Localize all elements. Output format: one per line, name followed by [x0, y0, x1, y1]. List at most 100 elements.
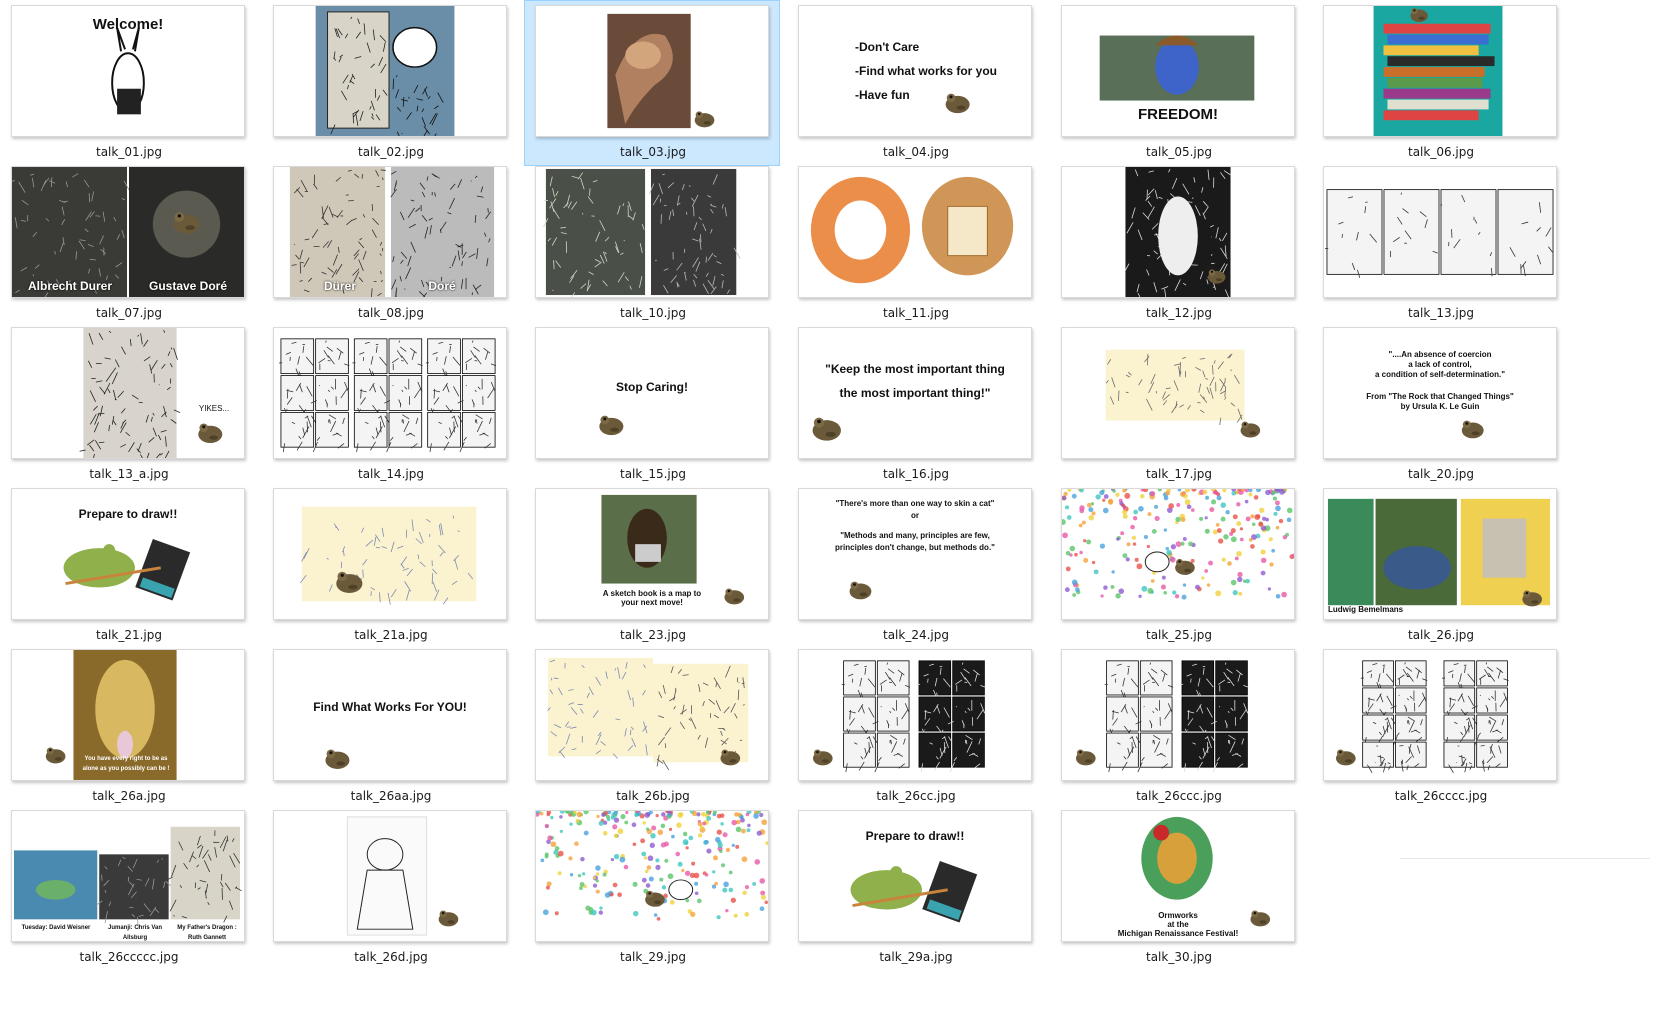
file-name-label[interactable]: talk_14.jpg [263, 467, 519, 481]
file-thumbnail[interactable] [273, 327, 507, 459]
file-thumbnail[interactable] [535, 166, 769, 298]
file-thumbnail[interactable] [273, 488, 507, 620]
file-name-label[interactable]: talk_13_a.jpg [1, 467, 257, 481]
file-name-label[interactable]: talk_26ccc.jpg [1051, 789, 1307, 803]
file-name-label[interactable]: talk_13.jpg [1313, 306, 1569, 320]
file-name-label[interactable]: talk_17.jpg [1051, 467, 1307, 481]
file-name-label[interactable]: talk_23.jpg [525, 628, 781, 642]
file-thumbnail[interactable] [535, 649, 769, 781]
file-name-label[interactable]: talk_26aa.jpg [263, 789, 519, 803]
file-item[interactable]: FREEDOM! talk_05.jpg [1050, 0, 1306, 166]
file-thumbnail[interactable]: Stop Caring! [535, 327, 769, 459]
file-item[interactable]: Stop Caring! talk_15.jpg [524, 322, 780, 488]
file-name-label[interactable]: talk_20.jpg [1313, 467, 1569, 481]
file-thumbnail[interactable]: -Don't Care -Find what works for you -Have… [798, 5, 1032, 137]
file-item[interactable]: Dürer Doré talk_08.jpg [262, 161, 518, 327]
file-name-label[interactable]: talk_24.jpg [788, 628, 1044, 642]
file-name-label[interactable]: talk_11.jpg [788, 306, 1044, 320]
file-name-label[interactable]: talk_30.jpg [1051, 950, 1307, 964]
file-item[interactable]: -Don't Care -Find what works for you -Have… [787, 0, 1043, 166]
file-thumbnail[interactable]: "....An absence of coercion a lack of con… [1323, 327, 1557, 459]
file-thumbnail[interactable] [1323, 166, 1557, 298]
file-thumbnail[interactable]: A sketch book is a map to your next move! [535, 488, 769, 620]
file-item[interactable]: Tuesday: David Weisner Jumanji: Chris Van… [0, 805, 256, 971]
file-name-label[interactable]: talk_16.jpg [788, 467, 1044, 481]
file-item[interactable]: talk_26ccc.jpg [1050, 644, 1306, 810]
file-item[interactable]: You have every right to be as alone as y… [0, 644, 256, 810]
file-thumbnail[interactable]: Dürer Doré [273, 166, 507, 298]
file-name-label[interactable]: talk_26.jpg [1313, 628, 1569, 642]
file-thumbnail[interactable] [1061, 327, 1295, 459]
file-name-label[interactable]: talk_01.jpg [1, 145, 257, 159]
file-item[interactable]: talk_21a.jpg [262, 483, 518, 649]
file-item[interactable]: "Keep the most important thing the most i… [787, 322, 1043, 488]
file-name-label[interactable]: talk_29.jpg [525, 950, 781, 964]
file-name-label[interactable]: talk_06.jpg [1313, 145, 1569, 159]
file-thumbnail[interactable]: Albrecht Durer Gustave Doré [11, 166, 245, 298]
file-item[interactable]: talk_26cc.jpg [787, 644, 1043, 810]
file-name-label[interactable]: talk_04.jpg [788, 145, 1044, 159]
file-thumbnail[interactable] [1323, 649, 1557, 781]
file-item[interactable]: Find What Works For YOU! talk_26aa.jpg [262, 644, 518, 810]
file-item[interactable]: talk_10.jpg [524, 161, 780, 327]
file-name-label[interactable]: talk_26a.jpg [1, 789, 257, 803]
file-item[interactable]: talk_12.jpg [1050, 161, 1306, 327]
file-thumbnail[interactable] [1323, 5, 1557, 137]
file-name-label[interactable]: talk_02.jpg [263, 145, 519, 159]
file-thumbnail[interactable] [1061, 488, 1295, 620]
file-name-label[interactable]: talk_15.jpg [525, 467, 781, 481]
file-item[interactable]: talk_03.jpg [524, 0, 780, 166]
file-thumbnail[interactable]: "Keep the most important thing the most i… [798, 327, 1032, 459]
file-name-label[interactable]: talk_26ccccc.jpg [1, 950, 257, 964]
file-thumbnail[interactable] [273, 810, 507, 942]
file-thumbnail[interactable]: FREEDOM! [1061, 5, 1295, 137]
file-name-label[interactable]: talk_21.jpg [1, 628, 257, 642]
file-name-label[interactable]: talk_10.jpg [525, 306, 781, 320]
file-item[interactable]: talk_13.jpg [1312, 161, 1568, 327]
file-name-label[interactable]: talk_26cccc.jpg [1313, 789, 1569, 803]
file-name-label[interactable]: talk_26b.jpg [525, 789, 781, 803]
file-item[interactable]: talk_29.jpg [524, 805, 780, 971]
file-name-label[interactable]: talk_03.jpg [525, 145, 781, 159]
file-name-label[interactable]: talk_26d.jpg [263, 950, 519, 964]
file-name-label[interactable]: talk_12.jpg [1051, 306, 1307, 320]
file-thumbnail[interactable] [535, 810, 769, 942]
file-thumbnail[interactable]: YIKES... [11, 327, 245, 459]
file-item[interactable]: Albrecht Durer Gustave Doré talk_07.jpg [0, 161, 256, 327]
file-thumbnail[interactable]: Tuesday: David Weisner Jumanji: Chris Van… [11, 810, 245, 942]
file-thumbnail[interactable]: Ormworks at the Michigan Renaissance Festi… [1061, 810, 1295, 942]
file-thumbnail[interactable] [798, 649, 1032, 781]
file-item[interactable]: Welcome! talk_01.jpg [0, 0, 256, 166]
file-item[interactable]: A sketch book is a map to your next move!… [524, 483, 780, 649]
file-item[interactable]: talk_26b.jpg [524, 644, 780, 810]
file-item[interactable]: talk_14.jpg [262, 322, 518, 488]
file-thumbnail[interactable]: Prepare to draw!! [11, 488, 245, 620]
file-item[interactable]: talk_26cccc.jpg [1312, 644, 1568, 810]
file-name-label[interactable]: talk_07.jpg [1, 306, 257, 320]
file-item[interactable]: talk_06.jpg [1312, 0, 1568, 166]
file-item[interactable]: "There's more than one way to skin a cat… [787, 483, 1043, 649]
file-name-label[interactable]: talk_25.jpg [1051, 628, 1307, 642]
file-thumbnail[interactable] [798, 166, 1032, 298]
file-thumbnail[interactable]: Ludwig Bemelmans [1323, 488, 1557, 620]
file-item[interactable]: Ormworks at the Michigan Renaissance Festi… [1050, 805, 1306, 971]
file-item[interactable]: talk_11.jpg [787, 161, 1043, 327]
file-thumbnail[interactable] [1061, 166, 1295, 298]
file-thumbnail[interactable] [1061, 649, 1295, 781]
file-item[interactable]: talk_17.jpg [1050, 322, 1306, 488]
file-thumbnail[interactable]: Welcome! [11, 5, 245, 137]
file-item[interactable]: Ludwig Bemelmans talk_26.jpg [1312, 483, 1568, 649]
file-item[interactable]: Prepare to draw!! talk_21.jpg [0, 483, 256, 649]
file-item[interactable]: "....An absence of coercion a lack of con… [1312, 322, 1568, 488]
file-thumbnail[interactable]: Prepare to draw!! [798, 810, 1032, 942]
file-item[interactable]: Prepare to draw!! talk_29a.jpg [787, 805, 1043, 971]
file-item[interactable]: talk_25.jpg [1050, 483, 1306, 649]
file-thumbnail[interactable]: "There's more than one way to skin a cat… [798, 488, 1032, 620]
file-name-label[interactable]: talk_05.jpg [1051, 145, 1307, 159]
file-thumbnail[interactable] [273, 5, 507, 137]
file-thumbnail[interactable] [535, 5, 769, 137]
file-name-label[interactable]: talk_26cc.jpg [788, 789, 1044, 803]
file-thumbnail[interactable]: Find What Works For YOU! [273, 649, 507, 781]
file-thumbnail[interactable]: You have every right to be as alone as y… [11, 649, 245, 781]
file-item[interactable]: talk_02.jpg [262, 0, 518, 166]
